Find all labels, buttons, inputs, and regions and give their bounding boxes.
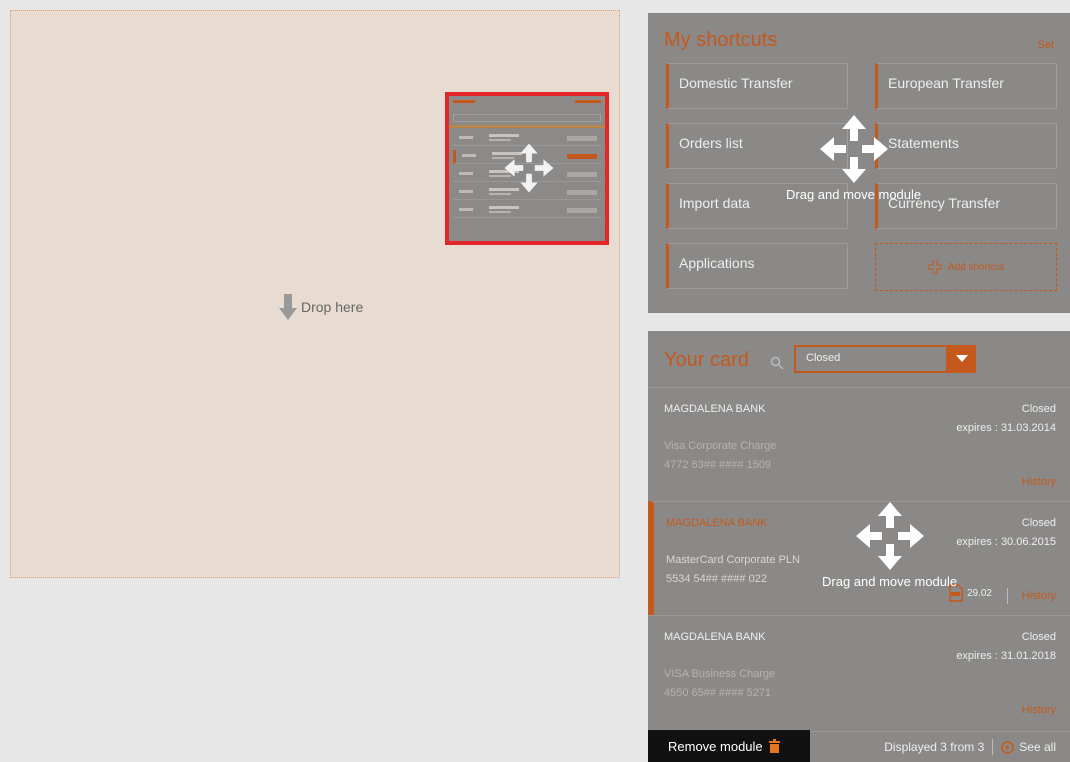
card-list-item[interactable]: MAGDALENA BANK Closed expires : 31.01.20… (648, 615, 1070, 729)
add-shortcut-label: Add shortcut (947, 261, 1005, 273)
search-icon[interactable] (770, 356, 784, 370)
card-bank-name: MAGDALENA BANK (664, 631, 766, 643)
drag-move-overlay[interactable]: Drag and move module (786, 113, 921, 202)
card-history-link[interactable]: History (1022, 704, 1056, 716)
divider (1007, 588, 1008, 604)
card-expiry: expires : 31.03.2014 (956, 422, 1056, 434)
dropdown-caret[interactable] (946, 347, 974, 371)
drop-here-label: Drop here (279, 294, 363, 320)
chevron-down-icon (956, 355, 968, 362)
shortcut-applications[interactable]: Applications (666, 243, 848, 289)
card-status-value: Closed (806, 352, 841, 364)
shortcut-european-transfer[interactable]: European Transfer (875, 63, 1057, 109)
card-number: 4772 63## #### 1509 (664, 459, 772, 471)
card-history-link[interactable]: History (1022, 590, 1056, 602)
card-type: VISA Business Charge (664, 668, 776, 680)
divider (992, 739, 994, 755)
card-number: 4550 65## #### 5271 (664, 687, 772, 699)
card-expiry: expires : 30.06.2015 (956, 536, 1056, 548)
card-module[interactable]: Your card Closed MAGDALENA BANK Closed e… (648, 331, 1070, 762)
add-shortcut-button[interactable]: Add shortcut (875, 243, 1057, 291)
card-type: Visa Corporate Charge (664, 440, 777, 452)
play-circle-icon (1001, 740, 1015, 754)
see-all-link[interactable]: See all (1001, 740, 1056, 754)
drop-zone[interactable]: Drop here (10, 10, 620, 578)
move-arrows-icon (855, 502, 924, 570)
thumbnail-header (453, 100, 601, 110)
move-arrows-icon (504, 143, 554, 193)
card-history-link[interactable]: History (1022, 476, 1056, 488)
trash-icon (768, 739, 780, 753)
thumbnail-bar (449, 125, 605, 128)
card-list-item[interactable]: MAGDALENA BANK Closed expires : 31.03.20… (648, 387, 1070, 501)
shortcuts-title: My shortcuts (664, 29, 778, 51)
arrow-down-icon (279, 294, 297, 320)
card-status: Closed (1021, 517, 1056, 529)
drag-move-text: Drag and move module (786, 187, 922, 202)
thumbnail-row (453, 204, 601, 218)
shortcuts-module[interactable]: My shortcuts Set Domestic Transfer Europ… (648, 13, 1070, 313)
pdf-date: 29.02 (966, 587, 992, 599)
drop-here-text: Drop here (301, 299, 364, 315)
card-expiry: expires : 31.01.2018 (956, 650, 1056, 662)
move-arrows-icon (819, 115, 888, 183)
drag-move-text: Drag and move module (822, 574, 958, 589)
plus-icon (927, 260, 942, 274)
remove-module-label: Remove module (668, 738, 763, 754)
dragged-module-thumbnail[interactable] (445, 92, 609, 245)
thumbnail-filter (453, 114, 601, 122)
card-type: MasterCard Corporate PLN (666, 554, 800, 566)
shortcut-domestic-transfer[interactable]: Domestic Transfer (666, 63, 848, 109)
card-title: Your card (664, 349, 749, 371)
card-status: Closed (1021, 631, 1056, 643)
card-bank-name: MAGDALENA BANK (666, 517, 768, 529)
displayed-count: Displayed 3 from 3 (884, 740, 985, 754)
remove-module-button[interactable]: Remove module (648, 730, 810, 762)
card-list-item[interactable]: MAGDALENA BANK Closed expires : 30.06.20… (648, 501, 1070, 615)
card-status: Closed (1021, 403, 1056, 415)
card-number: 5534 54## #### 022 (666, 573, 767, 585)
shortcuts-settings-link[interactable]: Set (1037, 39, 1054, 51)
card-bank-name: MAGDALENA BANK (664, 403, 766, 415)
drag-move-overlay[interactable]: Drag and move module (822, 500, 957, 589)
card-status-dropdown[interactable]: Closed (794, 345, 976, 373)
see-all-label: See all (1019, 740, 1056, 754)
